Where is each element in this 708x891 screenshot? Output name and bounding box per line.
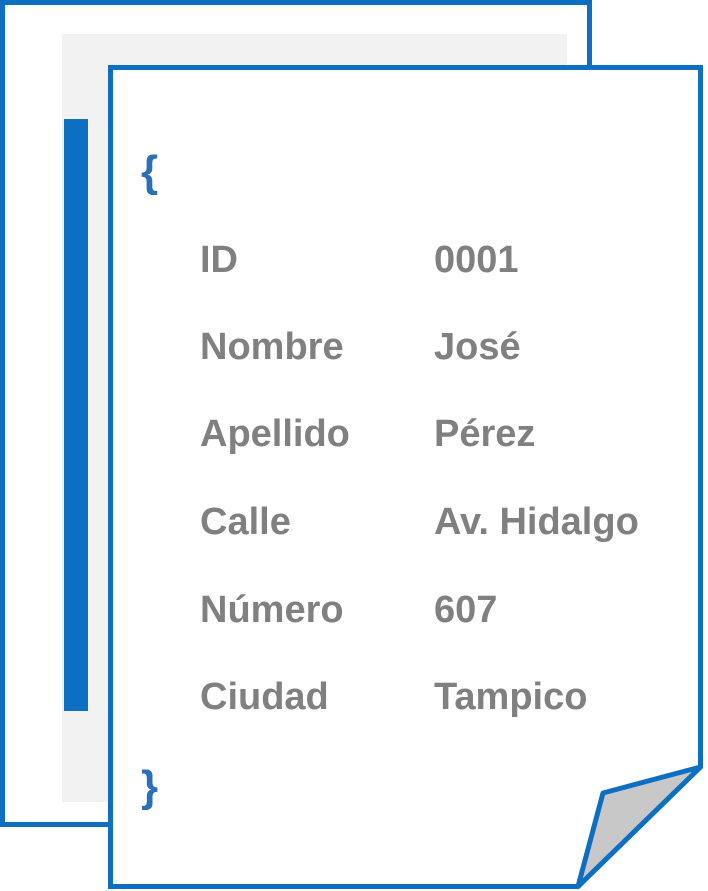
json-open-brace: { <box>141 147 159 196</box>
record-row-apellido: Apellido Pérez <box>200 410 700 458</box>
record-row-calle: Calle Av. Hidalgo <box>200 498 700 546</box>
field-key: Número <box>200 589 344 631</box>
field-value: Tampico <box>434 676 588 718</box>
field-key: Ciudad <box>200 676 329 718</box>
record-row-id: ID 0001 <box>200 236 700 284</box>
record-row-nombre: Nombre José <box>200 323 700 371</box>
field-key: ID <box>200 239 238 281</box>
field-value: Pérez <box>434 413 536 455</box>
field-key: Calle <box>200 501 291 543</box>
document-stack-diagram: { ID 0001 Nombre José Apellido Pérez Cal… <box>0 0 708 891</box>
field-value: 607 <box>434 589 498 631</box>
field-value: Av. Hidalgo <box>434 501 639 543</box>
field-value: 0001 <box>434 239 519 281</box>
back-document-accent-bar <box>64 119 88 711</box>
field-key: Nombre <box>200 326 344 368</box>
json-close-brace: } <box>141 762 159 811</box>
front-document-page-icon <box>108 65 703 889</box>
record-row-numero: Número 607 <box>200 586 700 634</box>
page-outline <box>108 65 703 889</box>
record-row-ciudad: Ciudad Tampico <box>200 673 700 721</box>
field-key: Apellido <box>200 413 350 455</box>
field-value: José <box>434 326 521 368</box>
front-document <box>108 65 703 889</box>
